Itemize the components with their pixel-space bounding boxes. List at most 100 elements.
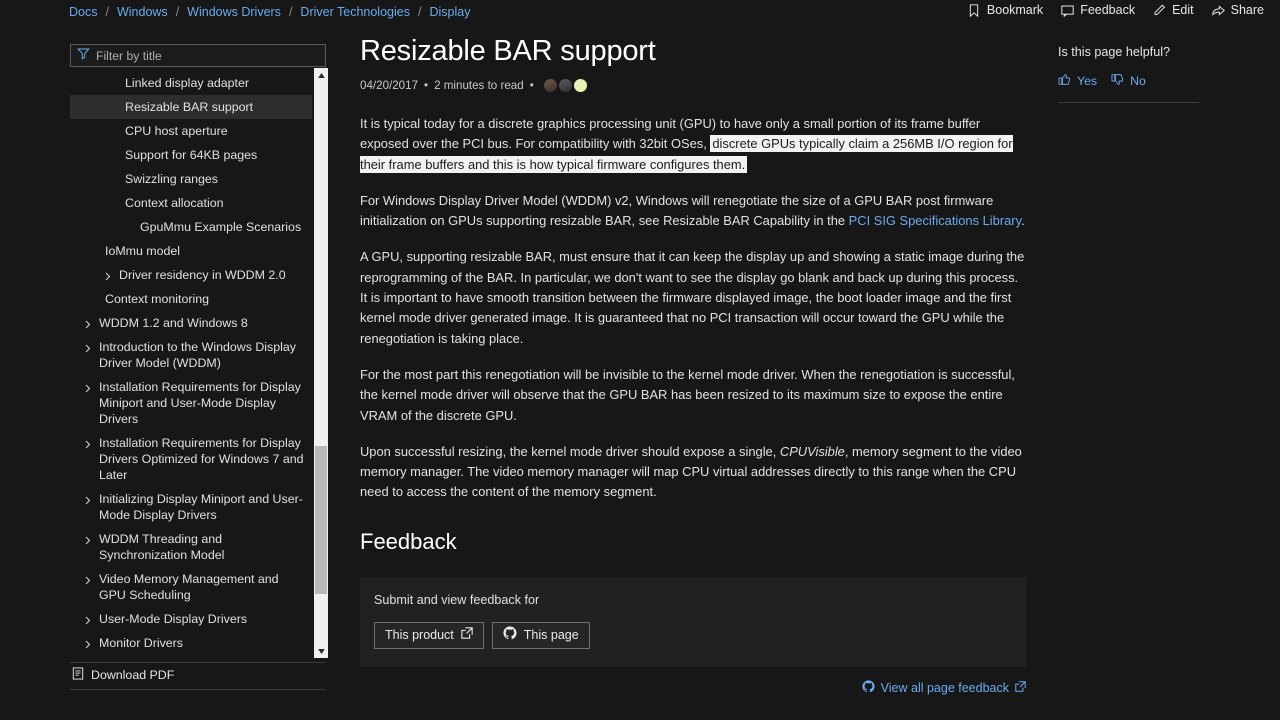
- sidebar-item-context-allocation[interactable]: Context allocation: [70, 191, 312, 215]
- sidebar-item-iommu-model[interactable]: IoMmu model: [70, 239, 312, 263]
- sidebar-item-label: User-Mode Display Drivers: [99, 611, 304, 627]
- this-product-button[interactable]: This product: [374, 622, 484, 649]
- chevron-right-icon[interactable]: [85, 341, 93, 351]
- view-all-label: View all page feedback: [881, 681, 1009, 695]
- main-content: Resizable BAR support 04/20/2017 • 2 min…: [360, 0, 1026, 696]
- sidebar-item-label: Video Memory Management and GPU Scheduli…: [99, 571, 304, 603]
- chevron-right-icon[interactable]: [85, 637, 93, 647]
- avatar[interactable]: [574, 79, 587, 92]
- sidebar-item-label: IoMmu model: [105, 243, 304, 259]
- chevron-right-icon[interactable]: [85, 573, 93, 583]
- chevron-right-icon[interactable]: [85, 533, 93, 543]
- helpful-yes-button[interactable]: Yes: [1058, 73, 1097, 89]
- sidebar-item-monitor-drivers[interactable]: Monitor Drivers: [70, 631, 312, 655]
- divider: [1058, 102, 1199, 103]
- edit-label: Edit: [1172, 3, 1194, 17]
- sidebar-item-introduction-to-the-windows-display-driver-model-wddm[interactable]: Introduction to the Windows Display Driv…: [70, 335, 312, 375]
- thumbs-down-icon: [1111, 73, 1124, 89]
- sidebar-item-label: WDDM 1.2 and Windows 8: [99, 315, 304, 331]
- external-link-icon: [1015, 681, 1026, 695]
- sidebar-item-label: CPU host aperture: [125, 123, 304, 139]
- paragraph-3: A GPU, supporting resizable BAR, must en…: [360, 247, 1026, 348]
- chevron-right-icon[interactable]: [85, 381, 93, 391]
- search-input[interactable]: [96, 49, 319, 63]
- chevron-right-icon[interactable]: [105, 269, 113, 279]
- sidebar-item-label: Initializing Display Miniport and User-M…: [99, 491, 304, 523]
- filter-by-title-field[interactable]: [70, 44, 326, 67]
- scrollbar-thumb[interactable]: [315, 446, 327, 594]
- sidebar-item-label: WDDM Threading and Synchronization Model: [99, 531, 304, 563]
- sidebar-item-initializing-display-miniport-and-user-mode-display-drivers[interactable]: Initializing Display Miniport and User-M…: [70, 487, 312, 527]
- sidebar-item-gpummu-example-scenarios[interactable]: GpuMmu Example Scenarios: [70, 215, 312, 239]
- chevron-right-icon[interactable]: [85, 613, 93, 623]
- paragraph-5-text: Upon successful resizing, the kernel mod…: [360, 444, 780, 459]
- feedback-heading: Feedback: [360, 529, 1026, 555]
- sidebar-item-installation-requirements-for-display-drivers-optimized-for-windows-7-and-later[interactable]: Installation Requirements for Display Dr…: [70, 431, 312, 487]
- this-page-label: This page: [524, 627, 579, 643]
- chevron-right-icon[interactable]: [85, 493, 93, 503]
- read-time: 2 minutes to read: [434, 79, 524, 92]
- helpful-no-button[interactable]: No: [1111, 73, 1146, 89]
- avatar[interactable]: [559, 79, 572, 92]
- sidebar-item-label: Installation Requirements for Display Mi…: [99, 379, 304, 427]
- helpful-no-label: No: [1130, 74, 1146, 88]
- chevron-right-icon[interactable]: [85, 317, 93, 327]
- github-icon: [862, 680, 875, 696]
- sidebar-item-user-mode-display-drivers[interactable]: User-Mode Display Drivers: [70, 607, 312, 631]
- view-all-page-feedback-link[interactable]: View all page feedback: [360, 680, 1026, 696]
- sidebar-item-wddm-1-2-and-windows-8[interactable]: WDDM 1.2 and Windows 8: [70, 311, 312, 335]
- sidebar-item-driver-residency-in-wddm-2-0[interactable]: Driver residency in WDDM 2.0: [70, 263, 312, 287]
- sidebar-item-label: Resizable BAR support: [125, 99, 304, 115]
- edit-action[interactable]: Edit: [1153, 3, 1194, 17]
- article-body: It is typical today for a discrete graph…: [360, 114, 1026, 503]
- avatar[interactable]: [544, 79, 557, 92]
- sidebar-item-label: Support for 64KB pages: [125, 147, 304, 163]
- share-icon: [1212, 4, 1225, 17]
- left-nav: Linked display adapter Resizable BAR supp…: [0, 0, 340, 720]
- feedback-action[interactable]: Feedback: [1061, 3, 1135, 17]
- sidebar-item-linked-display-adapter[interactable]: Linked display adapter: [70, 71, 312, 95]
- sidebar-item-label: Monitor Drivers: [99, 635, 304, 651]
- github-icon: [503, 626, 517, 644]
- sidebar-item-label: Context allocation: [125, 195, 304, 211]
- is-page-helpful-question: Is this page helpful?: [1058, 45, 1258, 59]
- paragraph-2-tail: .: [1021, 213, 1025, 228]
- pci-sig-link[interactable]: PCI SIG Specifications Library: [849, 213, 1021, 228]
- sidebar-item-label: Introduction to the Windows Display Driv…: [99, 339, 304, 371]
- comment-icon: [1061, 4, 1074, 17]
- sidebar-item-label: Driver residency in WDDM 2.0: [119, 267, 304, 283]
- sidebar-item-label: Swizzling ranges: [125, 171, 304, 187]
- divider-bottom: [70, 689, 326, 690]
- feedback-label: Feedback: [1080, 3, 1135, 17]
- sidebar-item-cpu-host-aperture[interactable]: CPU host aperture: [70, 119, 312, 143]
- contributor-avatars[interactable]: [544, 79, 587, 92]
- share-label: Share: [1231, 3, 1264, 17]
- sidebar-item-resizable-bar-support[interactable]: Resizable BAR support: [70, 95, 312, 119]
- chevron-right-icon[interactable]: [85, 437, 93, 447]
- sidebar-item-wddm-threading-and-synchronization-model[interactable]: WDDM Threading and Synchronization Model: [70, 527, 312, 567]
- nav-scrollbar[interactable]: [314, 68, 328, 658]
- sidebar-item-video-memory-management-and-gpu-scheduling[interactable]: Video Memory Management and GPU Scheduli…: [70, 567, 312, 607]
- sidebar-item-support-for-64kb-pages[interactable]: Support for 64KB pages: [70, 143, 312, 167]
- sidebar-item-label: Linked display adapter: [125, 75, 304, 91]
- sidebar-item-hmds-and-specialized-monitors[interactable]: HMDs and Specialized Monitors: [70, 655, 312, 659]
- sidebar-item-swizzling-ranges[interactable]: Swizzling ranges: [70, 167, 312, 191]
- scroll-up-arrow-icon[interactable]: [314, 68, 328, 82]
- nav-list: Linked display adapter Resizable BAR supp…: [70, 71, 312, 659]
- pdf-icon: [72, 667, 84, 683]
- article-meta: 04/20/2017 • 2 minutes to read •: [360, 79, 1026, 92]
- cpuvisible-emphasis: CPUVisible: [780, 444, 845, 459]
- share-action[interactable]: Share: [1212, 3, 1264, 17]
- publish-date: 04/20/2017: [360, 79, 418, 92]
- helpful-buttons: Yes No: [1058, 73, 1258, 89]
- paragraph-2: For Windows Display Driver Model (WDDM) …: [360, 191, 1026, 232]
- pencil-icon: [1153, 4, 1166, 17]
- scroll-down-arrow-icon[interactable]: [314, 644, 328, 658]
- helpful-yes-label: Yes: [1077, 74, 1097, 88]
- sidebar-item-installation-requirements-for-display-miniport-and-user-mode-display-drivers[interactable]: Installation Requirements for Display Mi…: [70, 375, 312, 431]
- this-page-button[interactable]: This page: [492, 622, 590, 649]
- feedback-buttons: This product This page: [374, 622, 1012, 649]
- sidebar-item-context-monitoring[interactable]: Context monitoring: [70, 287, 312, 311]
- download-pdf-link[interactable]: Download PDF: [72, 667, 174, 683]
- paragraph-4: For the most part this renegotiation wil…: [360, 365, 1026, 426]
